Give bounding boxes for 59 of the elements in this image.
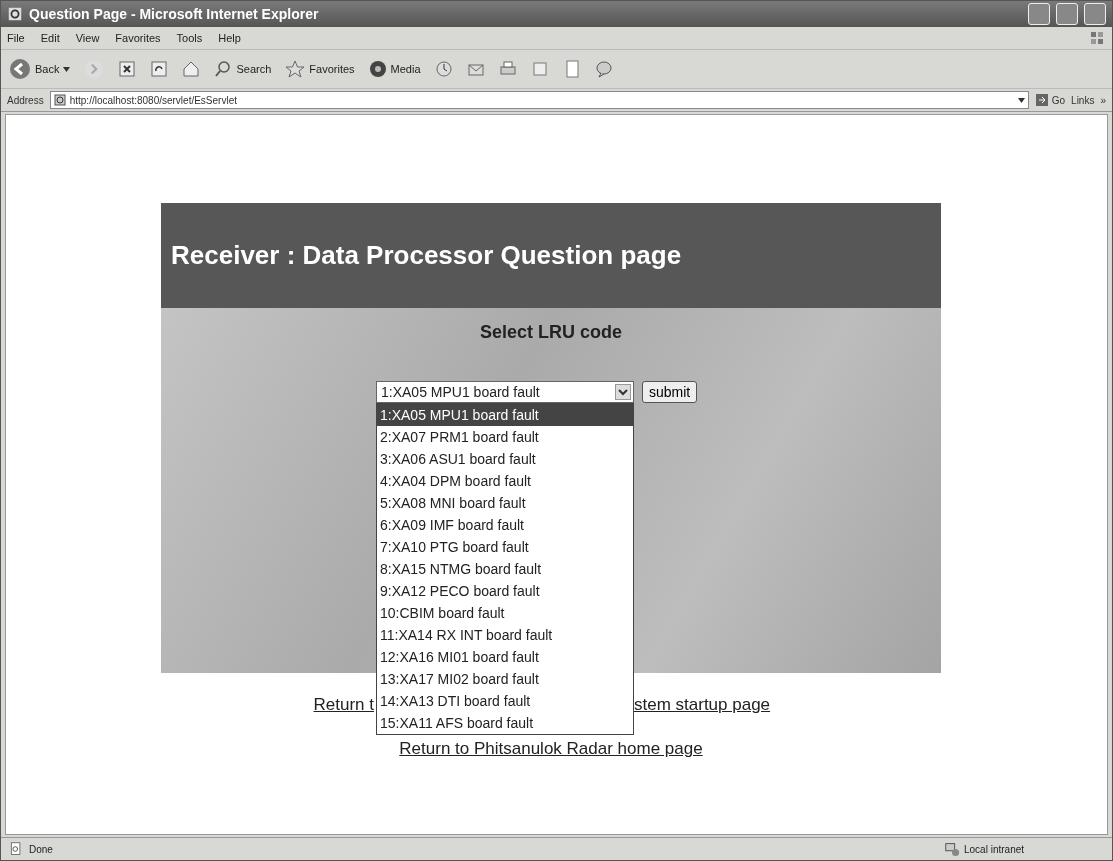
edit-icon bbox=[530, 60, 549, 78]
forward-icon bbox=[84, 59, 105, 79]
submit-button[interactable]: submit bbox=[642, 381, 698, 403]
menu-item[interactable]: File bbox=[7, 32, 25, 44]
caret-icon bbox=[1017, 97, 1025, 103]
page-icon bbox=[9, 842, 23, 856]
address-field[interactable]: http://localhost:8080/servlet/EsServlet bbox=[49, 91, 1029, 109]
history-icon bbox=[434, 60, 453, 78]
status-text: Done bbox=[29, 843, 53, 855]
dropdown-option[interactable]: 4:XA04 DPM board fault bbox=[377, 470, 633, 492]
dropdown-option[interactable]: 12:XA16 MI01 board fault bbox=[377, 646, 633, 668]
go-button[interactable]: Go bbox=[1034, 93, 1066, 107]
menu-item[interactable]: Edit bbox=[40, 32, 60, 44]
more-button[interactable]: » bbox=[1100, 94, 1106, 106]
refresh-icon bbox=[150, 60, 169, 78]
page-heading: Receiver : Data Processor Question page bbox=[161, 203, 941, 308]
dropdown-option[interactable]: 3:XA06 ASU1 board fault bbox=[377, 448, 633, 470]
windows-logo-icon bbox=[1088, 29, 1106, 47]
browser-icon bbox=[7, 6, 23, 22]
dropdown-option[interactable]: 15:XA11 AFS board fault bbox=[377, 712, 633, 734]
stop-icon bbox=[118, 60, 137, 78]
link[interactable]: Return to Phitsanulok Radar home page bbox=[399, 739, 703, 759]
dropdown-option[interactable]: 10:CBIM board fault bbox=[377, 602, 633, 624]
prompt-label: Select LRU code bbox=[479, 322, 622, 343]
home-icon bbox=[182, 60, 201, 78]
dropdown-option[interactable]: 13:XA17 MI02 board fault bbox=[377, 668, 633, 690]
back-button[interactable]: Back bbox=[9, 58, 71, 80]
dropdown-option[interactable]: 5:XA08 MNI board fault bbox=[377, 492, 633, 514]
favorites-button[interactable]: Favorites bbox=[285, 60, 355, 78]
caret-icon bbox=[615, 384, 631, 400]
dropdown-option[interactable]: 6:XA09 IMF board fault bbox=[377, 514, 633, 536]
search-icon bbox=[214, 60, 233, 78]
network-icon bbox=[944, 841, 960, 857]
caret-icon bbox=[63, 66, 71, 72]
lru-dropdown[interactable]: 1:XA05 MPU1 board fault bbox=[376, 381, 634, 403]
zone-text: Local intranet bbox=[964, 843, 1025, 855]
menu-item[interactable]: View bbox=[75, 32, 100, 44]
link[interactable]: stem startup page bbox=[634, 695, 941, 715]
dropdown-option[interactable]: 7:XA10 PTG board fault bbox=[377, 536, 633, 558]
menu-item[interactable]: Favorites bbox=[115, 32, 161, 44]
disc-icon bbox=[368, 60, 387, 78]
dropdown-option[interactable]: 8:XA15 NTMG board fault bbox=[377, 558, 633, 580]
dropdown-option[interactable]: 1:XA05 MPU1 board fault bbox=[377, 404, 633, 426]
print-icon bbox=[498, 60, 517, 78]
dropdown-option[interactable]: 11:XA14 RX INT board fault bbox=[377, 624, 633, 646]
dropdown-option[interactable]: 9:XA12 PECO board fault bbox=[377, 580, 633, 602]
window-title: Question Page - Microsoft Internet Explorer bbox=[29, 6, 320, 22]
links-button[interactable]: Links bbox=[1071, 94, 1095, 106]
menu-item[interactable]: Help bbox=[218, 32, 241, 44]
link[interactable]: Return t bbox=[313, 695, 376, 715]
dropdown-option[interactable]: 14:XA13 DTI board fault bbox=[377, 690, 633, 712]
menu-item[interactable]: Tools bbox=[176, 32, 203, 44]
star-icon bbox=[285, 60, 306, 78]
media-button[interactable]: Media bbox=[368, 60, 421, 78]
address-label: Address bbox=[7, 94, 44, 106]
messenger-icon bbox=[594, 60, 613, 78]
dropdown-option[interactable]: 2:XA07 PRM1 board fault bbox=[377, 426, 633, 448]
search-button[interactable]: Search bbox=[214, 60, 272, 78]
page-icon bbox=[53, 94, 66, 106]
